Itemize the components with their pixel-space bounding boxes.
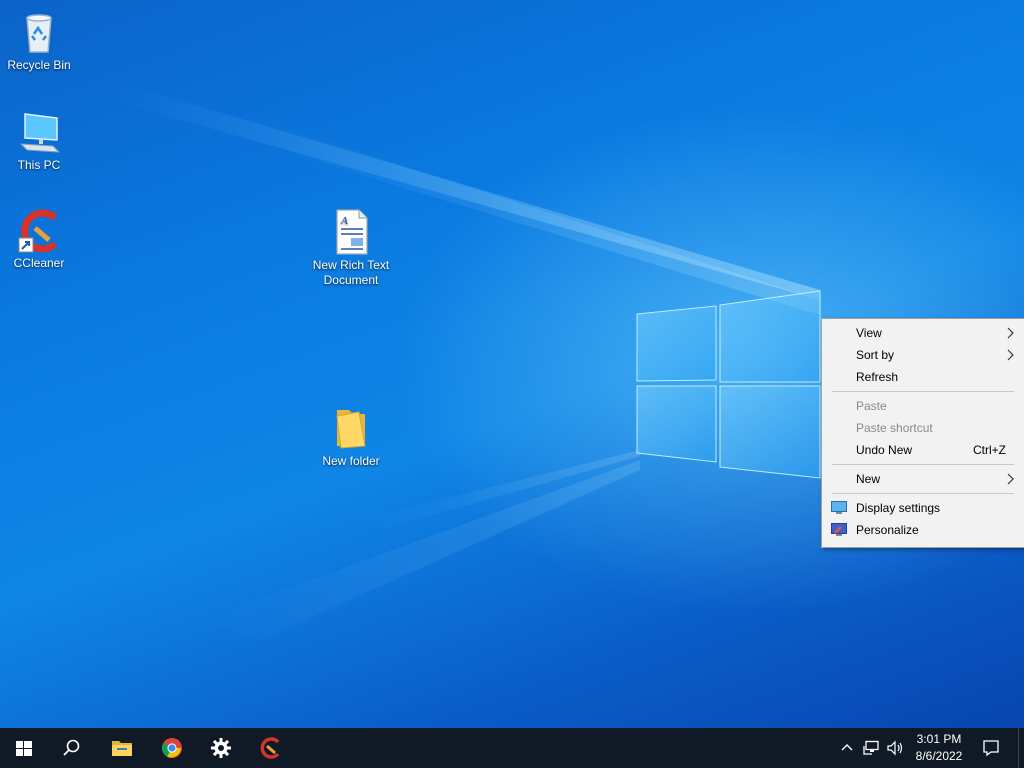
tray-clock-date[interactable]: 8/6/2022 [905,749,973,763]
settings-gear-icon [211,738,231,758]
search-button[interactable] [48,728,96,768]
desktop-icon-label: CCleaner [13,256,65,270]
menu-item-label: Sort by [856,348,895,362]
ccleaner-icon [18,209,58,253]
menu-item-paste: Paste [822,395,1024,417]
desktop-icon-label: Recycle Bin [7,58,71,72]
svg-text:A: A [340,215,348,227]
menu-item-new[interactable]: New [822,468,1024,490]
menu-item-label: Paste [856,399,887,413]
chrome-icon [161,738,182,758]
windows-start-icon [16,741,32,756]
this-pc-icon [19,113,61,153]
menu-separator [832,391,1014,392]
chevron-right-icon [1007,327,1014,339]
taskbar-chrome[interactable] [148,728,196,768]
chevron-up-icon[interactable] [840,741,854,755]
menu-item-label: Display settings [856,501,941,515]
desktop-icon-recycle-bin[interactable]: Recycle Bin [0,8,78,73]
menu-item-label: Undo New [856,443,913,457]
menu-item-undo-new[interactable]: Undo New Ctrl+Z [822,439,1024,461]
desktop-icon-new-folder[interactable]: New folder [311,404,391,469]
chevron-right-icon [1007,349,1014,361]
taskbar: 3:01 PM 8/6/2022 [0,728,1024,768]
menu-item-personalize[interactable]: Personalize [822,519,1024,541]
menu-item-refresh[interactable]: Refresh [822,366,1024,388]
desktop-icon-label: New Rich Text Document [312,258,390,287]
ccleaner-icon [260,737,280,759]
volume-icon[interactable] [886,740,904,756]
menu-separator [832,493,1014,494]
start-button[interactable] [0,728,48,768]
menu-item-sort-by[interactable]: Sort by [822,344,1024,366]
menu-item-label: Paste shortcut [856,421,933,435]
tray-clock-time[interactable]: 3:01 PM [905,732,973,746]
menu-item-paste-shortcut: Paste shortcut [822,417,1024,439]
menu-item-view[interactable]: View [822,322,1024,344]
show-desktop-button[interactable] [1018,728,1024,768]
desktop-icon-label: New folder [322,454,380,468]
taskbar-ccleaner[interactable] [246,728,294,768]
desktop-icon-ccleaner[interactable]: CCleaner [0,206,78,271]
folder-icon [336,410,366,449]
menu-item-label: New [856,472,881,486]
desktop-icon-rich-text-document[interactable]: A New Rich Text Document [311,208,391,288]
menu-item-label: View [856,326,882,340]
menu-item-label: Refresh [856,370,899,384]
recycle-bin-icon [26,14,52,53]
rich-text-document-icon: A [336,209,368,255]
personalize-icon [831,523,847,536]
chevron-right-icon [1007,473,1014,485]
menu-item-display-settings[interactable]: Display settings [822,497,1024,519]
taskbar-file-explorer[interactable] [98,728,146,768]
taskbar-settings[interactable] [197,728,245,768]
desktop[interactable]: Recycle Bin This PC CCleaner A New Rich … [0,0,1024,728]
desktop-icon-label: This PC [17,158,61,172]
display-settings-icon [831,501,847,514]
menu-separator [832,464,1014,465]
menu-item-label: Personalize [856,523,919,537]
desktop-icon-this-pc[interactable]: This PC [0,108,78,173]
notification-icon[interactable] [982,739,1000,757]
search-icon [63,739,80,756]
network-icon[interactable] [862,740,880,756]
desktop-context-menu: View Sort by Refresh Paste Paste shortcu… [821,318,1024,548]
file-explorer-icon [112,741,132,756]
menu-item-shortcut: Ctrl+Z [973,443,1006,457]
